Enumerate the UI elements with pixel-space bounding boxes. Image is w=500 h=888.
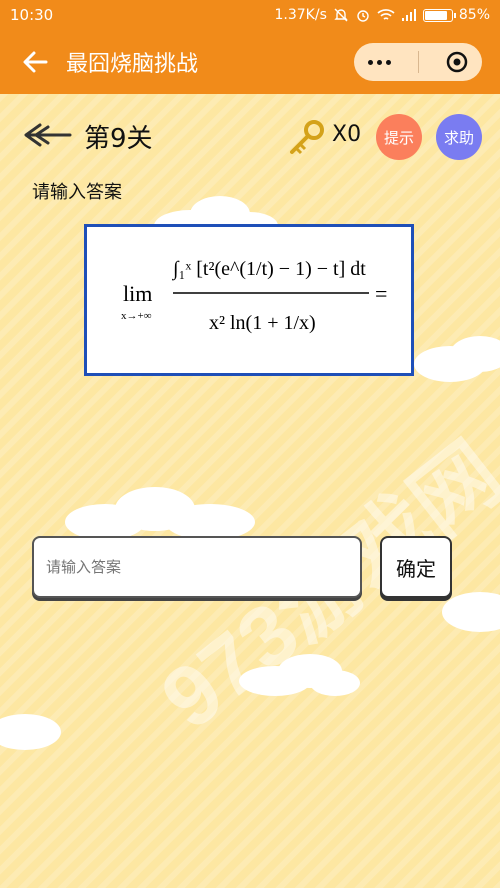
mute-icon bbox=[334, 8, 348, 22]
answer-input[interactable] bbox=[32, 536, 362, 598]
formula-svg: lim x→+∞ ∫₁ˣ [t²(e^(1/t) − 1) − t] dt x²… bbox=[121, 258, 387, 334]
status-time: 10:30 bbox=[10, 6, 54, 24]
key-icon bbox=[290, 120, 324, 155]
mini-program-capsule bbox=[354, 43, 482, 81]
level-header: 第9关 X0 提示 求助 bbox=[0, 114, 500, 160]
prompt-label: 请输入答案 bbox=[32, 182, 122, 203]
target-icon[interactable] bbox=[446, 51, 468, 73]
hint-button[interactable]: 提示 bbox=[376, 114, 422, 160]
battery-icon bbox=[422, 8, 456, 22]
more-dots-icon[interactable] bbox=[367, 59, 391, 65]
formula-numerator: ∫₁ˣ [t²(e^(1/t) − 1) − t] dt bbox=[171, 258, 366, 281]
signal-icon bbox=[401, 9, 416, 21]
key-count: X0 bbox=[332, 122, 362, 147]
formula-image: lim x→+∞ ∫₁ˣ [t²(e^(1/t) − 1) − t] dt x²… bbox=[84, 224, 414, 376]
formula-equals: = bbox=[375, 281, 387, 306]
formula-lim: lim bbox=[123, 281, 152, 306]
cloud-decoration bbox=[65, 487, 255, 540]
confirm-button[interactable]: 确定 bbox=[380, 536, 452, 598]
cloud-decoration bbox=[414, 336, 500, 382]
page-title: 最囧烧脑挑战 bbox=[66, 52, 199, 77]
formula-lim-sub: x→+∞ bbox=[121, 310, 152, 322]
status-icons: 1.37K/s 85% bbox=[275, 7, 491, 23]
game-area: 973游戏网 第9关 X0 提示 求助 请输入答案 lim x→+∞ ∫₁ˣ [… bbox=[0, 94, 500, 888]
nav-bar: 最囧烧脑挑战 bbox=[0, 30, 500, 94]
network-speed: 1.37K/s bbox=[274, 7, 327, 23]
alarm-icon bbox=[357, 10, 369, 22]
back-level-arrow-icon[interactable] bbox=[22, 122, 72, 148]
help-button[interactable]: 求助 bbox=[436, 114, 482, 160]
cloud-decoration bbox=[0, 714, 61, 750]
battery-percent: 85% bbox=[458, 7, 490, 23]
capsule-divider bbox=[417, 51, 419, 73]
level-label: 第9关 bbox=[84, 124, 153, 154]
formula-denominator: x² ln(1 + 1/x) bbox=[209, 312, 316, 334]
status-bar: 10:30 1.37K/s 85% bbox=[0, 0, 500, 30]
wifi-icon bbox=[377, 9, 395, 20]
back-arrow-icon[interactable] bbox=[22, 49, 48, 75]
